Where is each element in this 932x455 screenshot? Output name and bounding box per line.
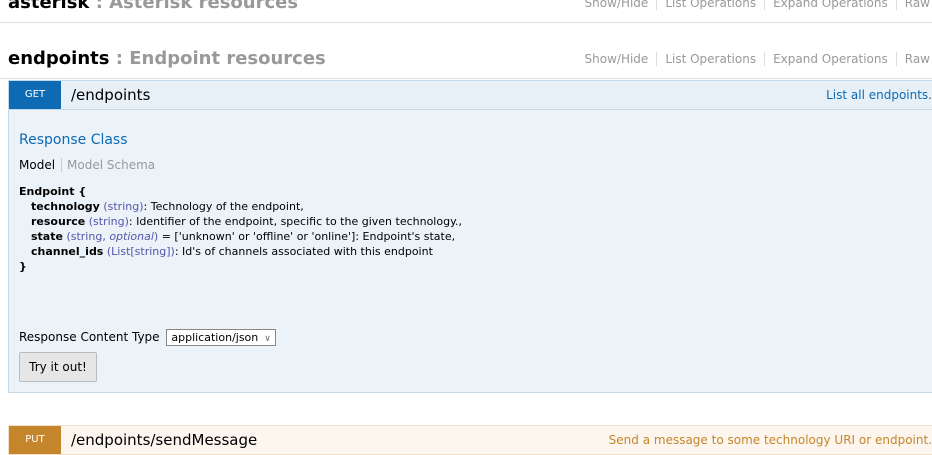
model-name: Endpoint { bbox=[19, 185, 87, 198]
list-operations-link[interactable]: List Operations bbox=[657, 52, 766, 66]
http-method-badge[interactable]: PUT bbox=[9, 426, 61, 454]
model-field: technology (string): Technology of the e… bbox=[31, 200, 304, 213]
operation-content: Response Class Model Model Schema Endpoin… bbox=[8, 110, 932, 393]
model-signature: Endpoint { technology (string): Technolo… bbox=[19, 184, 462, 274]
resource-description: : Endpoint resources bbox=[115, 48, 326, 69]
raw-link[interactable]: Raw bbox=[897, 52, 932, 66]
resource-description: : Asterisk resources bbox=[95, 0, 299, 13]
resource-title-endpoints[interactable]: endpoints : Endpoint resources bbox=[8, 48, 326, 69]
model-closing: } bbox=[19, 260, 27, 273]
model-field: resource (string): Identifier of the end… bbox=[31, 215, 463, 228]
operation-path[interactable]: /endpoints/sendMessage bbox=[71, 431, 257, 449]
show-hide-link[interactable]: Show/Hide bbox=[576, 52, 658, 66]
expand-operations-link[interactable]: Expand Operations bbox=[765, 0, 897, 10]
resource-title-asterisk[interactable]: asterisk : Asterisk resources bbox=[8, 0, 298, 13]
operation-get-endpoints[interactable]: GET /endpoints List all endpoints. bbox=[8, 80, 932, 110]
model-tabs: Model Model Schema bbox=[19, 158, 155, 172]
try-it-out-button[interactable]: Try it out! bbox=[19, 352, 97, 382]
tab-model[interactable]: Model bbox=[19, 158, 63, 172]
response-content-type-label: Response Content Type bbox=[19, 330, 160, 344]
operation-summary[interactable]: List all endpoints. bbox=[826, 88, 932, 102]
operation-put-send-message[interactable]: PUT /endpoints/sendMessage Send a messag… bbox=[8, 425, 932, 455]
response-content-type-select[interactable]: application/json ∨ bbox=[166, 329, 276, 346]
expand-operations-link[interactable]: Expand Operations bbox=[765, 52, 897, 66]
model-field: channel_ids (List[string]): Id's of chan… bbox=[31, 245, 433, 258]
resource-header-endpoints: endpoints : Endpoint resources Show/Hide… bbox=[0, 40, 932, 79]
http-method-badge[interactable]: GET bbox=[9, 81, 61, 109]
tab-model-schema[interactable]: Model Schema bbox=[62, 158, 155, 172]
resource-links: Show/Hide List Operations Expand Operation… bbox=[576, 52, 932, 66]
response-class-title: Response Class bbox=[19, 132, 128, 148]
model-field: state (string, optional) = ['unknown' or… bbox=[31, 230, 456, 243]
raw-link[interactable]: Raw bbox=[897, 0, 932, 10]
resource-links: Show/Hide List Operations Expand Operation… bbox=[576, 0, 932, 10]
show-hide-link[interactable]: Show/Hide bbox=[576, 0, 658, 10]
operation-summary[interactable]: Send a message to some technology URI or… bbox=[609, 433, 932, 447]
list-operations-link[interactable]: List Operations bbox=[657, 0, 766, 10]
chevron-down-icon: ∨ bbox=[264, 334, 271, 344]
resource-name[interactable]: endpoints bbox=[8, 48, 109, 69]
resource-name[interactable]: asterisk bbox=[8, 0, 89, 13]
response-content-type-row: Response Content Type application/json ∨ bbox=[19, 329, 276, 346]
resource-header-asterisk: asterisk : Asterisk resources Show/Hide L… bbox=[0, 0, 932, 23]
operation-path[interactable]: /endpoints bbox=[71, 86, 150, 104]
